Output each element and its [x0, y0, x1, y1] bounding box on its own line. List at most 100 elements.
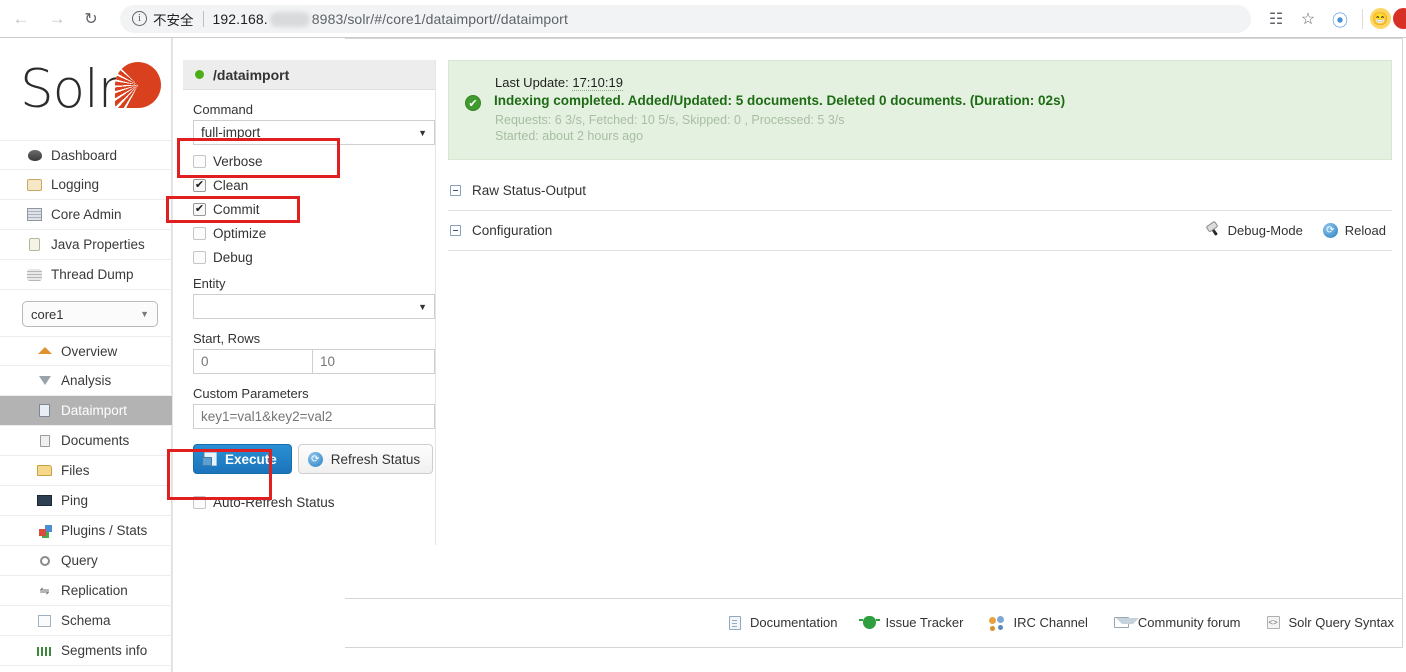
auto-refresh-label: Auto-Refresh Status: [213, 494, 335, 510]
debug-mode-label: Debug-Mode: [1227, 223, 1303, 238]
avatar-icon[interactable]: 😁: [1370, 8, 1391, 29]
ping-icon: [36, 493, 53, 509]
optimize-checkbox[interactable]: [193, 226, 206, 240]
wrench-icon: [1203, 220, 1224, 241]
sidebar-item-thread-dump[interactable]: Thread Dump: [0, 260, 172, 290]
reload-label: Reload: [1344, 223, 1386, 238]
footer-link-documentation[interactable]: Documentation: [729, 615, 837, 630]
core-selector-dropdown[interactable]: core1 ▼: [22, 301, 158, 327]
success-check-icon: ✔: [465, 95, 481, 111]
accordion-configuration[interactable]: Configuration Debug-Mode ⟳ Reload: [448, 211, 1392, 251]
sidebar-item-query[interactable]: Query: [0, 546, 172, 576]
footer-link-irc-channel[interactable]: IRC Channel: [989, 615, 1088, 630]
sidebar-item-core-admin[interactable]: Core Admin: [0, 200, 172, 230]
sidebar-item-label: Ping: [61, 493, 89, 508]
clean-label: Clean: [213, 177, 249, 193]
footer-link-community-forum[interactable]: Community forum: [1113, 615, 1241, 630]
chevron-down-icon: ▼: [140, 309, 149, 319]
sidebar-item-label: Analysis: [61, 373, 112, 388]
chevron-down-icon: ▼: [418, 301, 427, 312]
rows-input[interactable]: 10: [313, 349, 435, 374]
sidebar-item-logging[interactable]: Logging: [0, 170, 172, 200]
documents-icon: [36, 433, 53, 449]
chevron-down-icon: ▼: [418, 127, 427, 138]
accordion-label: Raw Status-Output: [472, 183, 587, 198]
extension-icon[interactable]: ⦿: [1325, 4, 1355, 34]
debug-mode-button[interactable]: Debug-Mode: [1206, 223, 1303, 238]
dataimport-header: /dataimport: [183, 60, 435, 90]
sidebar-item-label: Documents: [61, 433, 130, 448]
sidebar-item-dataimport[interactable]: Dataimport: [0, 396, 172, 426]
footer-link-issue-tracker[interactable]: Issue Tracker: [859, 615, 963, 630]
star-icon[interactable]: ☆: [1293, 4, 1323, 34]
entity-select[interactable]: ▼: [193, 294, 435, 319]
command-select[interactable]: full-import ▼: [193, 120, 435, 145]
sidebar-item-ping[interactable]: Ping: [0, 486, 172, 516]
sidebar-item-java-properties[interactable]: Java Properties: [0, 230, 172, 260]
checkbox-row-clean[interactable]: ✔ Clean: [193, 173, 435, 197]
browser-toolbar: ← → ↻ i 不安全 192.168. 8983/solr/#/core1/da…: [0, 0, 1406, 38]
result-line: ✔ Indexing completed. Added/Updated: 5 d…: [465, 93, 1375, 111]
start-input[interactable]: 0: [193, 349, 313, 374]
verbose-label: Verbose: [213, 153, 263, 169]
core-selector-value: core1: [31, 306, 64, 322]
java-properties-icon: [26, 237, 43, 253]
sidebar-item-label: Schema: [61, 613, 111, 628]
sidebar-item-label: Core Admin: [51, 207, 122, 222]
security-label: 不安全: [153, 12, 194, 28]
sidebar-item-dashboard[interactable]: Dashboard: [0, 140, 172, 170]
collapse-minus-icon[interactable]: [450, 225, 461, 236]
auto-refresh-checkbox[interactable]: [193, 495, 206, 509]
sidebar-item-analysis[interactable]: Analysis: [0, 366, 172, 396]
sidebar-item-overview[interactable]: Overview: [0, 336, 172, 366]
checkbox-row-verbose[interactable]: Verbose: [193, 149, 435, 173]
debug-checkbox[interactable]: [193, 250, 206, 264]
clean-checkbox[interactable]: ✔: [193, 178, 206, 192]
files-icon: [36, 463, 53, 479]
sidebar-item-label: Query: [61, 553, 98, 568]
analysis-icon: [36, 373, 53, 389]
custom-parameters-input[interactable]: key1=val1&key2=val2: [193, 404, 435, 429]
footer-link-solr-query-syntax[interactable]: <> Solr Query Syntax: [1266, 615, 1394, 630]
sidebar-item-documents[interactable]: Documents: [0, 426, 172, 456]
commit-label: Commit: [213, 201, 260, 217]
info-icon[interactable]: i: [132, 11, 147, 26]
page-title: /dataimport: [213, 66, 290, 83]
sidebar-item-schema[interactable]: Schema: [0, 606, 172, 636]
commit-checkbox[interactable]: ✔: [193, 202, 206, 216]
sidebar-item-plugins-stats[interactable]: Plugins / Stats: [0, 516, 172, 546]
sidebar-item-replication[interactable]: ⇋ Replication: [0, 576, 172, 606]
footer-link-label: Documentation: [750, 615, 838, 630]
main-content: /dataimport Command full-import ▼ Verbos…: [172, 38, 1406, 672]
collapse-minus-icon[interactable]: [450, 185, 461, 196]
profile-icon[interactable]: [1393, 8, 1406, 29]
refresh-status-button[interactable]: ⟳ Refresh Status: [297, 444, 434, 474]
checkbox-row-debug[interactable]: Debug: [193, 245, 435, 269]
result-message: Indexing completed. Added/Updated: 5 doc…: [494, 93, 1066, 108]
command-value: full-import: [201, 125, 261, 140]
translate-icon[interactable]: ☷: [1261, 4, 1291, 34]
browser-actions: ☷ ☆ ⦿ 😁: [1261, 4, 1406, 34]
start-rows-label: Start, Rows: [193, 331, 261, 346]
reload-button[interactable]: ⟳ Reload: [1322, 223, 1386, 238]
accordion-label: Configuration: [472, 223, 553, 238]
address-bar[interactable]: i 不安全 192.168. 8983/solr/#/core1/dataimpo…: [120, 4, 1251, 33]
solr-logo[interactable]: Solr: [20, 60, 165, 132]
sidebar-item-files[interactable]: Files: [0, 456, 172, 486]
sidebar-item-segments-info[interactable]: Segments info: [0, 636, 172, 666]
accordion-raw-status-output[interactable]: Raw Status-Output: [448, 171, 1392, 211]
checkbox-row-commit[interactable]: ✔ Commit: [193, 197, 435, 221]
execute-button[interactable]: Execute: [193, 444, 292, 474]
back-arrow-icon[interactable]: ←: [6, 4, 36, 34]
checkbox-row-auto-refresh[interactable]: Auto-Refresh Status: [193, 490, 435, 514]
reload-icon[interactable]: ↻: [76, 4, 106, 34]
checkbox-row-optimize[interactable]: Optimize: [193, 221, 435, 245]
dataimport-panel: /dataimport Command full-import ▼ Verbos…: [173, 60, 1402, 560]
command-label: Command: [193, 102, 253, 117]
forward-arrow-icon[interactable]: →: [42, 4, 72, 34]
sidebar-item-label: Overview: [61, 343, 118, 359]
sidebar-item-label: Segments info: [61, 643, 148, 658]
verbose-checkbox[interactable]: [193, 154, 206, 168]
accordion-actions: Debug-Mode ⟳ Reload: [1206, 223, 1392, 238]
refresh-button-label: Refresh Status: [330, 451, 421, 467]
